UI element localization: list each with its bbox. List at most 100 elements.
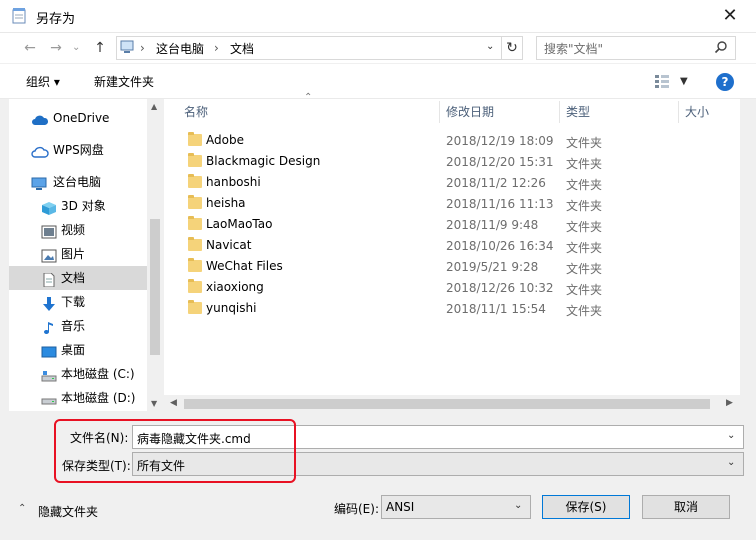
file-date: 2018/12/19 18:09 [446,134,554,148]
help-button[interactable]: ? [716,73,734,91]
video-icon [41,223,57,239]
folder-icon [188,258,202,272]
up-button[interactable]: ↑ [90,38,110,58]
filename-dropdown-chevron-icon[interactable]: ⌄ [727,430,735,441]
column-header-date[interactable]: 修改日期 [446,99,494,125]
sidebar-item-pictures[interactable]: 图片 [9,242,147,266]
sidebar-item-3d-objects[interactable]: 3D 对象 [9,194,147,218]
back-button[interactable]: ← [20,38,40,58]
column-divider[interactable] [559,101,560,123]
picture-icon [41,247,57,263]
sidebar-item-this-pc[interactable]: 这台电脑 [9,170,147,194]
filetype-dropdown-chevron-icon[interactable]: ⌄ [727,457,735,468]
breadcrumb-separator: › [140,41,145,55]
hide-folders-toggle[interactable]: 隐藏文件夹 [38,503,98,520]
scrollbar-thumb[interactable] [184,399,710,409]
column-header-type[interactable]: 类型 [566,99,590,125]
notepad-icon [12,8,26,24]
organize-menu[interactable]: 组织 ▾ [26,73,60,90]
sidebar-item-label: 视频 [61,223,86,237]
highlight-annotation [54,419,296,483]
file-date: 2018/11/16 11:13 [446,197,554,211]
folder-icon [188,300,202,314]
file-name: heisha [206,196,246,210]
file-type: 文件夹 [566,283,603,297]
file-date: 2019/5/21 9:28 [446,260,539,274]
column-header-name[interactable]: 名称 [184,99,208,125]
breadcrumb-documents[interactable]: 文档 [230,40,254,57]
view-options-icon[interactable] [654,74,670,88]
view-dropdown-chevron-icon[interactable]: ▼ [680,76,688,87]
close-button[interactable]: ✕ [716,4,744,28]
file-name: Blackmagic Design [206,154,321,168]
cloud-icon [31,111,49,125]
drive-icon [41,367,57,382]
sidebar-item-label: OneDrive [53,111,110,125]
scroll-left-arrow-icon[interactable]: ◀ [170,398,177,408]
hide-folders-chevron-icon[interactable]: ⌃ [18,503,26,514]
file-name: yunqishi [206,301,257,315]
sidebar-item-label: 下载 [61,295,86,309]
sidebar-item-drive-d[interactable]: 本地磁盘 (D:) [9,386,147,410]
download-icon [41,295,57,311]
sort-ascending-icon: ⌃ [304,92,313,103]
sidebar-item-label: 本地磁盘 (C:) [61,367,135,381]
music-icon [41,319,57,334]
recent-locations-chevron-icon[interactable]: ⌄ [72,42,80,53]
sidebar-item-label: WPS网盘 [53,143,104,157]
scroll-up-arrow-icon[interactable]: ▲ [151,102,157,111]
computer-icon [120,40,134,54]
refresh-button[interactable]: ↻ [502,36,523,60]
scroll-right-arrow-icon[interactable]: ▶ [726,398,733,408]
encoding-select[interactable]: ANSI ⌄ [381,495,531,519]
file-name: xiaoxiong [206,280,264,294]
sidebar-item-documents[interactable]: 文档 [9,266,147,290]
sidebar-item-drive-c[interactable]: 本地磁盘 (C:) [9,362,147,386]
sidebar-item-wps-drive[interactable]: WPS网盘 [9,138,147,162]
file-type: 文件夹 [566,199,603,213]
file-type: 文件夹 [566,178,603,192]
window-title: 另存为 [36,12,76,27]
breadcrumb-separator: › [214,41,219,55]
sidebar-item-label: 这台电脑 [53,175,102,189]
file-name: hanboshi [206,175,261,189]
file-name: LaoMaoTao [206,217,273,231]
sidebar-item-videos[interactable]: 视频 [9,218,147,242]
scrollbar-thumb[interactable] [150,219,160,355]
navigation-scrollbar[interactable]: ▲ ▼ [147,99,163,411]
cancel-button[interactable]: 取消 [642,495,730,519]
search-input[interactable]: 搜索"文档" [544,40,603,57]
horizontal-scrollbar[interactable]: ◀ ▶ [164,397,740,411]
column-divider[interactable] [439,101,440,123]
sidebar-item-label: 文档 [61,271,86,285]
file-type: 文件夹 [566,304,603,318]
file-type: 文件夹 [566,220,603,234]
sidebar-item-label: 本地磁盘 (D:) [61,391,136,405]
forward-button[interactable]: → [46,38,66,58]
sidebar-item-label: 桌面 [61,343,86,357]
computer-icon [31,175,47,190]
drive-icon [41,391,57,405]
file-name: Adobe [206,133,244,147]
encoding-dropdown-chevron-icon[interactable]: ⌄ [514,500,522,511]
breadcrumb-this-pc[interactable]: 这台电脑 [156,40,204,57]
title-bar [0,0,756,33]
encoding-value: ANSI [386,500,415,514]
new-folder-button[interactable]: 新建文件夹 [94,73,154,90]
column-divider[interactable] [678,101,679,123]
sidebar-item-downloads[interactable]: 下载 [9,290,147,314]
cube-icon [41,199,57,215]
sidebar-item-onedrive[interactable]: OneDrive [9,106,147,130]
scroll-down-arrow-icon[interactable]: ▼ [151,399,157,408]
file-type: 文件夹 [566,157,603,171]
document-icon [41,271,57,288]
folder-icon [188,195,202,209]
address-dropdown-chevron-icon[interactable]: ⌄ [486,41,494,52]
folder-icon [188,237,202,251]
sidebar-item-desktop[interactable]: 桌面 [9,338,147,362]
search-icon[interactable] [714,40,728,54]
column-header-size[interactable]: 大小 [685,99,709,125]
save-button[interactable]: 保存(S) [542,495,630,519]
sidebar-item-music[interactable]: 音乐 [9,314,147,338]
file-name: Navicat [206,238,252,252]
